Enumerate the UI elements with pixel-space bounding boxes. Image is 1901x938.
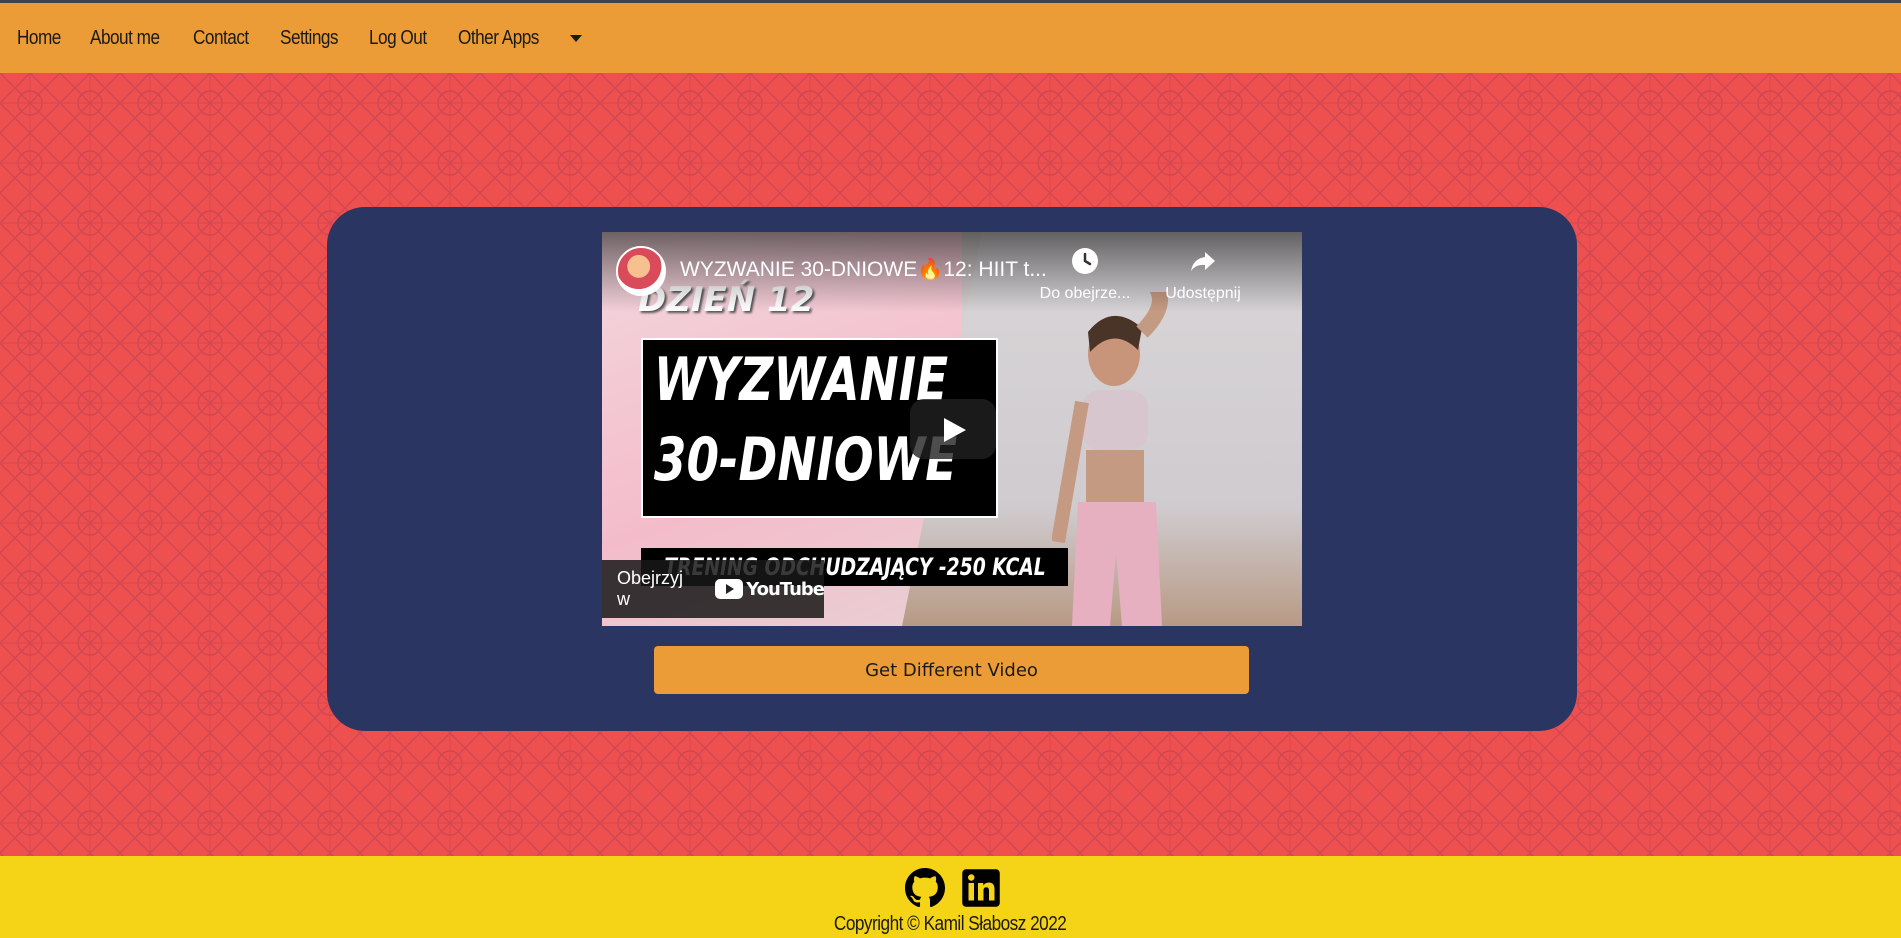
copyright-text: Copyright © Kamil Słabosz 2022	[0, 913, 1901, 936]
other-apps-label: Other Apps	[457, 26, 539, 49]
thumbnail-title-line2: 30-DNIOWE	[653, 425, 958, 495]
share-button[interactable]: Udostępnij	[1148, 246, 1258, 303]
clock-icon	[1072, 248, 1098, 274]
watch-later-button[interactable]: Do obejrze...	[1030, 246, 1140, 303]
watch-on-youtube-link[interactable]: Obejrzyj w YouTube	[602, 560, 825, 618]
nav-home-link[interactable]: Home	[17, 27, 61, 50]
video-title[interactable]: WYZWANIE 30-DNIOWE🔥12: HIIT t...	[680, 258, 1060, 282]
thumbnail-title-line1: WYZWANIE	[653, 345, 949, 415]
thumbnail-person	[1052, 292, 1168, 626]
nav-logout-link[interactable]: Log Out	[369, 27, 427, 50]
navbar: Home About me Contact Settings Log Out O…	[0, 0, 1901, 73]
channel-avatar[interactable]	[616, 246, 666, 296]
footer: Copyright © Kamil Słabosz 2022	[0, 856, 1901, 938]
youtube-play-icon	[715, 579, 744, 599]
watch-later-label: Do obejrze...	[1039, 285, 1131, 302]
youtube-embed[interactable]: DZIEŃ 12 WYZWANIE 30-DNIOWE TRENING ODCH…	[602, 232, 1302, 626]
nav-settings-link[interactable]: Settings	[280, 27, 339, 50]
youtube-wordmark: YouTube	[746, 578, 825, 600]
social-links	[905, 868, 1001, 908]
share-label: Udostępnij	[1165, 285, 1241, 302]
share-icon	[1191, 252, 1215, 271]
play-icon[interactable]	[910, 399, 996, 459]
linkedin-icon[interactable]	[961, 868, 1001, 908]
caret-down-icon	[570, 34, 582, 42]
copyright-label: Copyright © Kamil Słabosz 2022	[834, 913, 1067, 935]
youtube-logo: YouTube	[715, 578, 825, 600]
other-apps-dropdown[interactable]: Other Apps	[458, 27, 582, 50]
watch-on-label: Obejrzyj w	[617, 568, 684, 609]
nav-about-link[interactable]: About me	[90, 27, 160, 50]
github-icon[interactable]	[905, 868, 945, 908]
nav-contact-link[interactable]: Contact	[193, 27, 249, 50]
get-different-video-button[interactable]: Get Different Video	[654, 646, 1249, 694]
